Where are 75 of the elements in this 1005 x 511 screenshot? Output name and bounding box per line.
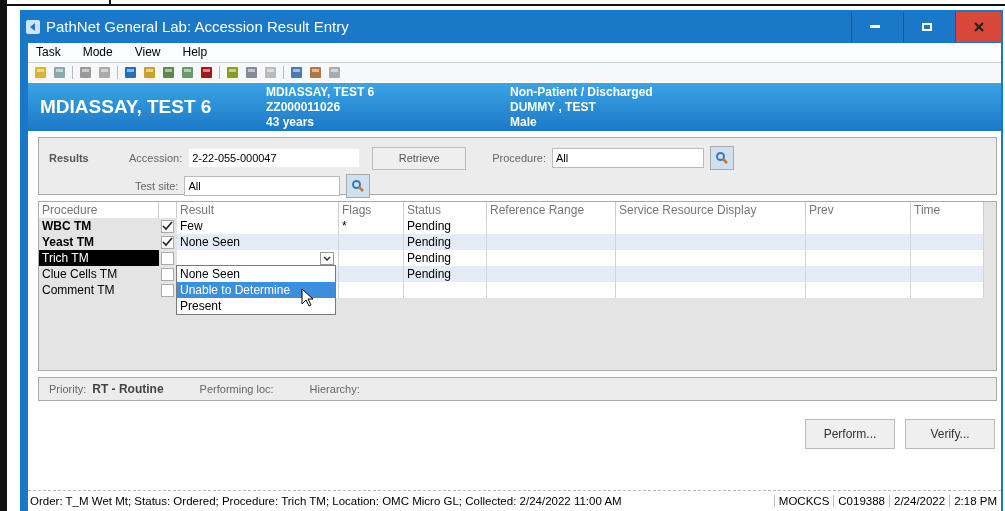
column-header: Procedure xyxy=(39,202,159,218)
patient-detail: DUMMY , TEST xyxy=(510,99,597,115)
checkbox[interactable] xyxy=(161,267,174,281)
maximize-icon xyxy=(921,22,932,31)
close-icon xyxy=(973,21,984,32)
status-pane: 2/24/2022 xyxy=(889,495,950,507)
action-button[interactable]: Verify... xyxy=(905,419,995,449)
column-header: Prev xyxy=(806,202,911,218)
patient-detail: ZZ000011026 xyxy=(266,99,342,115)
field-label: Test site: xyxy=(135,180,179,192)
search-icon xyxy=(715,151,729,165)
table-cell xyxy=(339,282,404,298)
column-header: Time xyxy=(911,202,984,218)
patient-detail: MDIASSAY, TEST 6 xyxy=(266,84,376,100)
table-cell xyxy=(339,250,404,266)
minimize-icon xyxy=(869,24,880,29)
column-header: Reference Range xyxy=(487,202,616,218)
status-pane: 2:18 PM xyxy=(949,495,1001,507)
menu-item[interactable]: Mode xyxy=(82,45,113,60)
table-cell: * xyxy=(339,218,404,234)
procedure-cell[interactable]: Comment TM xyxy=(39,282,159,298)
patient-name: MDIASSAY, TEST 6 xyxy=(39,96,213,118)
patient-detail: Male xyxy=(510,114,538,130)
column-header: Result xyxy=(177,202,339,218)
menu-item[interactable]: Task xyxy=(36,45,61,60)
retrieve-button[interactable]: Retrieve xyxy=(372,146,467,170)
dropdown-option[interactable]: Present xyxy=(177,298,335,314)
result-combo[interactable] xyxy=(177,250,339,266)
search-button[interactable] xyxy=(346,174,371,198)
checkbox[interactable] xyxy=(161,251,174,265)
priority-value: RT - Routine xyxy=(92,382,164,396)
status-message: Order: T_M Wet Mt; Status: Ordered; Procedure: Trich TM; Location: OMC Micro GL; Collected: 2/24/2022 11:00 AM xyxy=(30,495,623,507)
procedure-cell[interactable]: Yeast TM xyxy=(39,234,159,250)
field-label: Performing loc: xyxy=(199,383,274,395)
search-button[interactable] xyxy=(710,146,734,170)
table-cell: None Seen xyxy=(177,234,339,250)
checkbox[interactable] xyxy=(161,219,174,233)
column-header: Service Resource Display xyxy=(616,202,806,218)
table-cell: Pending xyxy=(404,250,487,266)
menu-item[interactable]: Help xyxy=(182,45,208,60)
test-site-field[interactable]: All xyxy=(184,176,341,196)
dropdown-option[interactable]: None Seen xyxy=(177,266,335,282)
field-label: Procedure: xyxy=(492,152,546,164)
field-label: Hierarchy: xyxy=(309,383,360,395)
table-cell: Pending xyxy=(404,234,487,250)
table-cell: Pending xyxy=(404,266,487,282)
mouse-cursor-icon xyxy=(301,288,315,308)
app-icon xyxy=(26,19,40,34)
procedure-cell[interactable]: WBC TM xyxy=(39,218,159,234)
section-title: Results xyxy=(49,152,90,164)
patient-detail: Non-Patient / Discharged xyxy=(510,84,654,100)
table-cell: Pending xyxy=(404,218,487,234)
table-cell xyxy=(339,266,404,282)
accession-field[interactable]: 2-22-055-000047 xyxy=(188,148,361,168)
field-label: Accession: xyxy=(129,152,183,164)
column-header xyxy=(159,202,177,218)
field-label: Priority: xyxy=(49,383,87,395)
procedure-cell[interactable]: Trich TM xyxy=(39,250,159,266)
menu-item[interactable]: View xyxy=(134,45,161,60)
window-title: PathNet General Lab: Accession Result Entry xyxy=(46,18,350,35)
procedure-cell[interactable]: Clue Cells TM xyxy=(39,266,159,282)
close-button[interactable] xyxy=(955,11,1001,42)
procedure-field[interactable]: All xyxy=(552,148,704,168)
status-pane: C019388 xyxy=(833,495,889,507)
checkbox[interactable] xyxy=(161,283,174,297)
status-pane: MOCKCS xyxy=(773,495,834,507)
action-button[interactable]: Perform... xyxy=(805,419,895,449)
column-header: Status xyxy=(404,202,487,218)
patient-detail: 43 years xyxy=(266,114,316,130)
table-cell xyxy=(339,234,404,250)
checkbox[interactable] xyxy=(161,235,174,249)
search-icon xyxy=(351,179,366,193)
caret-icon[interactable] xyxy=(320,251,334,265)
table-cell: Few xyxy=(177,218,339,234)
column-header: Flags xyxy=(339,202,404,218)
